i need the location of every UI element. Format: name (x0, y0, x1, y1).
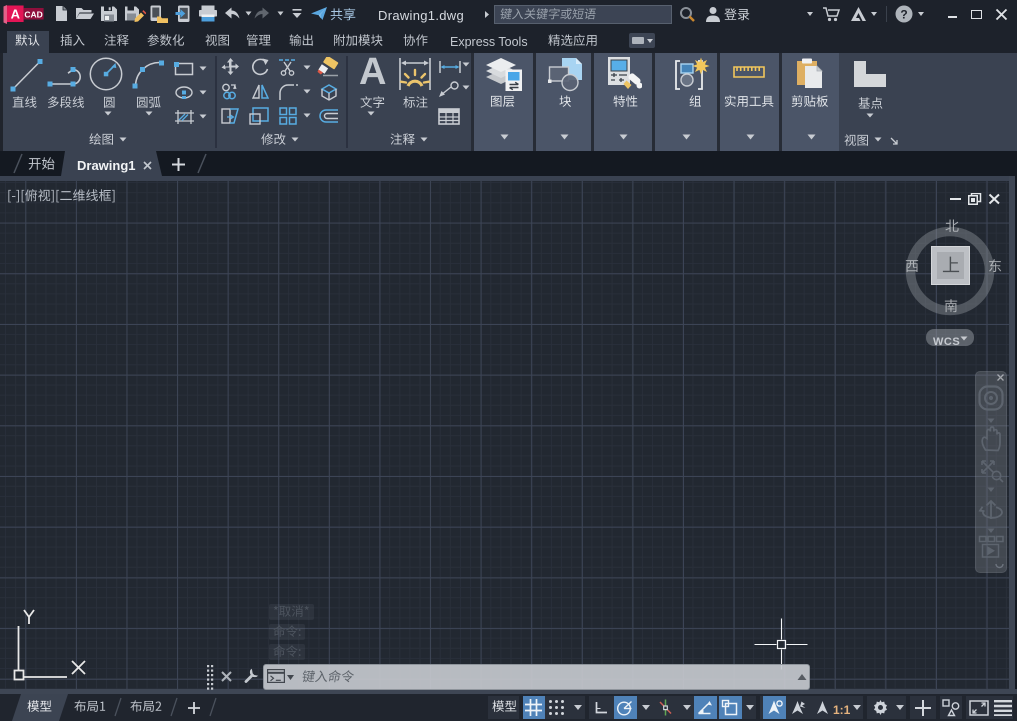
svg-text:A: A (11, 7, 21, 22)
svg-text:?: ? (900, 8, 907, 22)
svg-text:CAD: CAD (24, 10, 42, 20)
